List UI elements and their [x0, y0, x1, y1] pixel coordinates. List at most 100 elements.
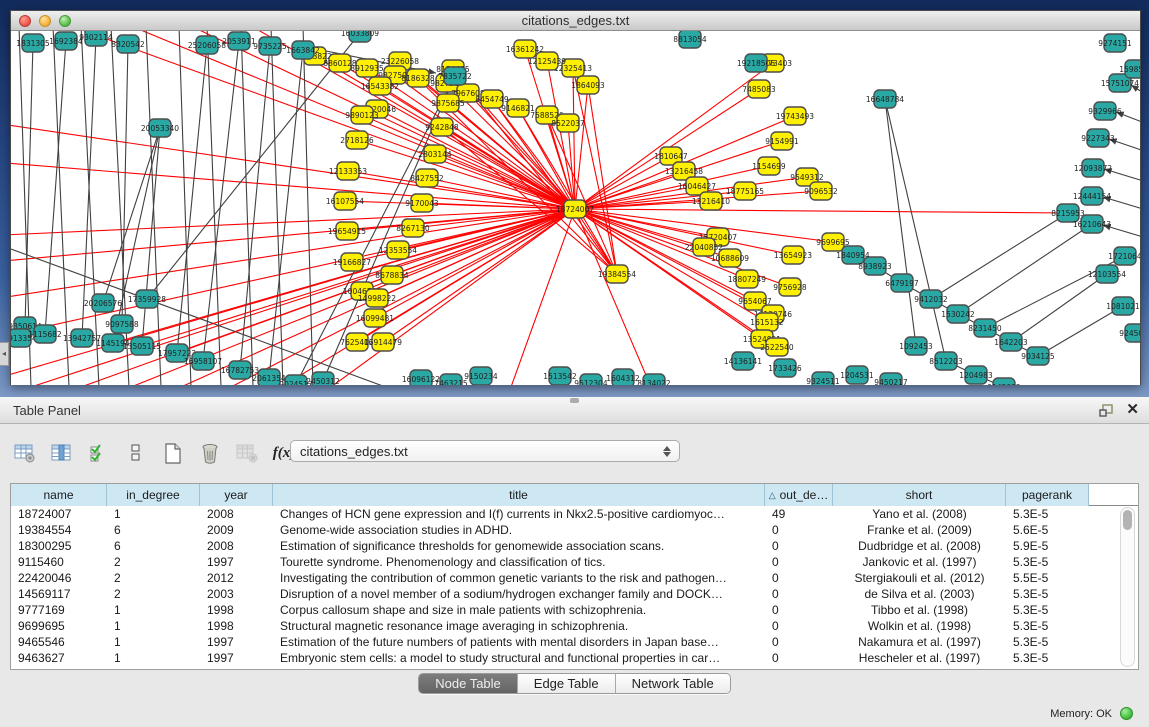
table-row[interactable]: 1872400712008Changes of HCN gene express…	[11, 506, 1138, 522]
graph-node[interactable]: 7485083	[742, 80, 776, 98]
graph-node[interactable]: 9150234	[464, 367, 498, 385]
graph-node[interactable]: 8320542	[111, 35, 145, 53]
graph-node[interactable]: 19743493	[776, 107, 814, 125]
graph-node[interactable]: 13654923	[774, 246, 812, 264]
column-header-title[interactable]: title	[273, 484, 765, 506]
graph-node-label: 14998222	[358, 294, 396, 303]
graph-node[interactable]: 9245012	[1119, 324, 1140, 342]
graph-node[interactable]: 12093872	[1074, 159, 1112, 177]
table-row[interactable]: 977716911998Corpus callosum shape and si…	[11, 602, 1138, 618]
column-header-pagerank[interactable]: pagerank	[1006, 484, 1089, 506]
tab-edge-table[interactable]: Edge Table	[518, 674, 616, 693]
graph-node[interactable]: 1204983	[959, 366, 993, 384]
column-header-in-degree[interactable]: in_degree	[107, 484, 200, 506]
graph-node[interactable]: 17359928	[128, 290, 166, 308]
table-row[interactable]: 946362711997Embryonic stem cells: a mode…	[11, 650, 1138, 666]
graph-node[interactable]: 9450217	[874, 373, 908, 385]
network-graph[interactable]: 1872400776638228860128891293523226058982…	[11, 31, 1140, 385]
table-cell: 6	[107, 538, 200, 554]
network-canvas[interactable]: 1872400776638228860128891293523226058982…	[11, 31, 1140, 385]
graph-node[interactable]: 12444154	[1073, 187, 1111, 205]
graph-node[interactable]: 9097588	[105, 315, 139, 333]
graph-node[interactable]: 16107554	[326, 192, 364, 210]
graph-node[interactable]: 8512203	[929, 352, 963, 370]
new-column-icon[interactable]	[160, 440, 186, 466]
table-cell: Stergiakouli et al. (2012)	[833, 570, 1006, 586]
table-header-row: namein_degreeyeartitle△out_de…shortpager…	[11, 484, 1138, 506]
graph-node[interactable]: 2450312	[306, 372, 340, 385]
graph-node[interactable]: 8134022	[637, 374, 671, 385]
graph-node[interactable]: 14136141	[724, 352, 762, 370]
graph-node[interactable]: 16099481	[356, 309, 394, 327]
delete-column-icon[interactable]	[197, 440, 223, 466]
graph-node[interactable]: 19384554	[598, 265, 636, 283]
graph-node-label: 9756928	[773, 283, 807, 292]
graph-node[interactable]: 9302114	[79, 31, 113, 46]
graph-node[interactable]: 8267130	[396, 219, 430, 237]
splitter-handle[interactable]	[570, 398, 579, 403]
tab-node-table[interactable]: Node Table	[419, 674, 518, 693]
graph-node[interactable]: 1831305	[16, 34, 50, 52]
table-row[interactable]: 1938455462009Genome-wide association stu…	[11, 522, 1138, 538]
graph-node[interactable]: 2053911	[222, 32, 256, 50]
table-row[interactable]: 1456911722003Disruption of a novel membe…	[11, 586, 1138, 602]
graph-node[interactable]: 9735225	[253, 37, 287, 55]
graph-node-label: 12093872	[1074, 164, 1112, 173]
column-header-out-de-[interactable]: △out_de…	[765, 484, 833, 506]
graph-node[interactable]: 16914479	[364, 333, 402, 351]
graph-node[interactable]: 9756928	[773, 278, 807, 296]
table-scrollbar[interactable]	[1120, 507, 1135, 667]
graph-node[interactable]: 1092453	[899, 337, 933, 355]
graph-node[interactable]: 19654915	[328, 222, 366, 240]
graph-node[interactable]: 9170043	[405, 194, 439, 212]
graph-node[interactable]: 8678834	[375, 266, 409, 284]
table-cell: 0	[765, 570, 833, 586]
column-checklist-icon[interactable]	[86, 440, 112, 466]
select-columns-icon[interactable]	[49, 440, 75, 466]
float-panel-icon[interactable]	[1099, 404, 1114, 417]
delete-table-icon[interactable]	[234, 440, 260, 466]
graph-node[interactable]: 1154699	[752, 157, 786, 175]
table-cell: Dudbridge et al. (2008)	[833, 538, 1006, 554]
table-settings-icon[interactable]	[12, 440, 38, 466]
graph-node[interactable]: 9154991	[765, 132, 799, 150]
graph-node-label: 13654923	[774, 251, 812, 260]
graph-node[interactable]: 18807249	[728, 270, 766, 288]
graph-node[interactable]: 1604312	[606, 369, 640, 385]
column-header-name[interactable]: name	[11, 484, 107, 506]
row-height-icon[interactable]	[123, 440, 149, 466]
table-selector-dropdown[interactable]: citations_edges.txt	[290, 440, 680, 462]
scrollbar-thumb[interactable]	[1123, 510, 1132, 530]
table-row[interactable]: 2242004622012Investigating the contribut…	[11, 570, 1138, 586]
graph-node[interactable]: 1733426	[768, 359, 802, 377]
graph-node[interactable]: 1204531	[840, 366, 874, 384]
graph-node-label: 17359928	[128, 295, 166, 304]
table-row[interactable]: 911546021997Tourette syndrome. Phenomeno…	[11, 554, 1138, 570]
graph-node[interactable]: 1513542	[543, 367, 577, 385]
graph-node[interactable]: 16648784	[866, 90, 904, 108]
network-window-titlebar[interactable]: citations_edges.txt	[11, 11, 1140, 31]
table-row[interactable]: 969969511998Structural magnetic resonanc…	[11, 618, 1138, 634]
graph-node[interactable]: 8427552	[410, 169, 444, 187]
graph-node[interactable]: 9227343	[1081, 129, 1115, 147]
graph-node[interactable]: 1864093	[571, 76, 605, 94]
column-header-year[interactable]: year	[200, 484, 273, 506]
close-panel-icon[interactable]: ✕	[1126, 402, 1139, 418]
graph-node[interactable]: 20053340	[141, 119, 179, 137]
table-row[interactable]: 946554611997Estimation of the future num…	[11, 634, 1138, 650]
graph-node[interactable]: 9512304	[574, 374, 608, 385]
graph-node[interactable]: 9274151	[1098, 34, 1132, 52]
panel-collapse-handle[interactable]: ◂	[0, 342, 9, 366]
table-cell: 0	[765, 586, 833, 602]
tab-network-table[interactable]: Network Table	[616, 674, 730, 693]
graph-node[interactable]: 9324511	[806, 372, 840, 385]
memory-indicator-icon[interactable]	[1120, 707, 1133, 720]
graph-node-label: 1154699	[752, 162, 786, 171]
graph-node[interactable]: 16033809	[341, 31, 379, 42]
graph-node[interactable]: 8813054	[673, 31, 707, 48]
column-header-short[interactable]: short	[833, 484, 1006, 506]
graph-node[interactable]: 9329966	[1088, 102, 1122, 120]
graph-node[interactable]: 12103554	[1088, 265, 1126, 283]
graph-node[interactable]: 20206576	[84, 294, 122, 312]
table-row[interactable]: 1830029562008Estimation of significance …	[11, 538, 1138, 554]
